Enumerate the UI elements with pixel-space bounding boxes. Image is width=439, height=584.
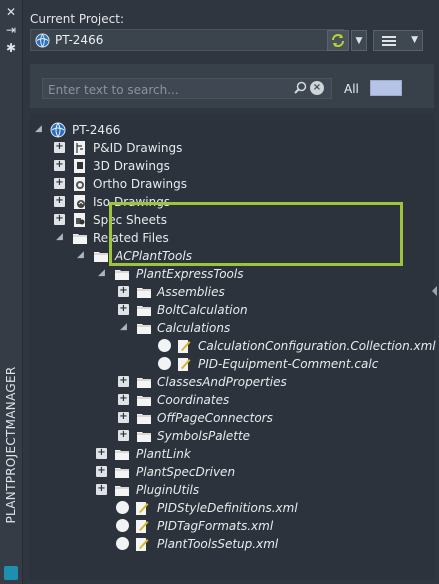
tree-item-label: 3D Drawings — [93, 159, 170, 173]
project-dropdown[interactable]: PT-2466 — [30, 29, 344, 51]
spec-sheet-icon — [74, 213, 85, 227]
folder-icon — [73, 234, 87, 244]
expand-icon[interactable]: + — [54, 214, 65, 225]
globe-icon — [50, 122, 66, 138]
iso-drawing-icon — [74, 195, 85, 209]
refresh-button[interactable] — [327, 30, 349, 51]
folder-icon — [94, 252, 108, 262]
tree-item-label: PlantToolsSetup.xml — [157, 537, 279, 551]
tree-item-label: ClassesAndProperties — [157, 375, 287, 389]
folder-icon — [115, 270, 129, 280]
tree-item-label: PlantLink — [136, 447, 191, 461]
globe-icon — [35, 33, 50, 48]
tree-item-label: PIDStyleDefinitions.xml — [157, 501, 298, 515]
tree-item-label: Assemblies — [157, 285, 225, 299]
expand-icon[interactable]: + — [54, 178, 65, 189]
view-menu-button[interactable]: ▼ — [373, 30, 423, 51]
edit-file-icon — [136, 502, 149, 515]
expanded-icon[interactable]: ◢ — [54, 232, 65, 243]
pin-icon[interactable]: ⇥ — [4, 23, 18, 37]
expand-icon[interactable]: + — [118, 430, 129, 441]
current-project-label: Current Project: — [30, 12, 124, 26]
filter-toggle[interactable] — [370, 80, 402, 96]
3d-drawing-icon — [74, 159, 85, 173]
folder-icon — [137, 288, 151, 298]
tree-item-label: BoltCalculation — [157, 303, 248, 317]
tree-item-label: PlantSpecDriven — [136, 465, 236, 479]
tree-item-label: Coordinates — [157, 393, 230, 407]
refresh-icon — [332, 34, 344, 47]
tree-item-label: PluginUtils — [136, 483, 200, 497]
expand-icon[interactable]: + — [96, 484, 107, 495]
pid-drawing-icon — [74, 141, 85, 155]
settings-icon[interactable]: ✱ — [4, 41, 18, 55]
project-manager-panel: Current Project: PT-2466 ▼ ▼ × All ◢ PT-… — [23, 0, 437, 584]
palette-title[interactable]: PLANTPROJECTMANAGER — [2, 330, 20, 560]
expand-icon[interactable]: + — [118, 394, 129, 405]
expanded-icon[interactable]: ◢ — [96, 268, 107, 279]
tree-item-label: Ortho Drawings — [93, 177, 187, 191]
clear-search-icon[interactable]: × — [310, 81, 324, 95]
expand-icon[interactable]: + — [118, 286, 129, 297]
edit-file-icon — [136, 538, 149, 551]
tree-item-label: PIDTagFormats.xml — [157, 519, 274, 533]
folder-icon — [137, 378, 151, 388]
folder-icon — [137, 414, 151, 424]
tree-item-label: CalculationConfiguration.Collection.xml — [198, 339, 436, 353]
plant-logo-icon[interactable] — [4, 566, 18, 580]
edit-file-icon — [136, 520, 149, 533]
file-status-icon — [116, 501, 129, 514]
file-status-icon — [158, 339, 171, 352]
file-status-icon — [158, 357, 171, 370]
edit-file-icon — [178, 358, 191, 371]
expand-icon[interactable]: + — [96, 448, 107, 459]
chevron-down-icon: ▼ — [411, 35, 418, 45]
search-panel: × All — [30, 64, 434, 108]
project-tree: ◢ PT-2466 + P&ID Drawings + 3D Drawings … — [30, 114, 436, 580]
tree-item-label: SymbolsPalette — [157, 429, 251, 443]
search-input[interactable] — [43, 79, 290, 100]
collapse-handle-icon[interactable] — [432, 286, 437, 296]
folder-icon — [137, 396, 151, 406]
expand-icon[interactable]: + — [54, 160, 65, 171]
expand-icon[interactable]: + — [54, 142, 65, 153]
expand-icon[interactable]: + — [96, 466, 107, 477]
edit-file-icon — [178, 340, 191, 353]
close-icon[interactable]: ✕ — [4, 5, 18, 19]
refresh-dropdown-button[interactable]: ▼ — [351, 30, 367, 51]
expanded-icon[interactable]: ◢ — [118, 322, 129, 333]
folder-icon — [137, 306, 151, 316]
search-icon[interactable] — [294, 81, 307, 94]
ortho-drawing-icon — [74, 177, 85, 191]
menu-icon — [382, 36, 396, 46]
file-status-icon — [116, 537, 129, 550]
expanded-icon[interactable]: ◢ — [75, 250, 86, 261]
expand-icon[interactable]: + — [118, 304, 129, 315]
tree-item-label: P&ID Drawings — [93, 141, 183, 155]
tree-item-label: PT-2466 — [72, 123, 121, 137]
folder-icon — [115, 450, 129, 460]
expanded-icon[interactable]: ◢ — [33, 124, 44, 135]
tree-item-label: OffPageConnectors — [157, 411, 273, 425]
palette-sidebar: ✕ ⇥ ✱ PLANTPROJECTMANAGER — [0, 0, 23, 584]
folder-icon — [115, 468, 129, 478]
folder-icon — [137, 324, 151, 334]
folder-icon — [115, 486, 129, 496]
tree-item-label: PID-Equipment-Comment.calc — [198, 357, 379, 371]
file-status-icon — [116, 519, 129, 532]
chevron-down-icon: ▼ — [355, 36, 363, 46]
project-name: PT-2466 — [55, 33, 104, 47]
search-field[interactable]: × — [42, 78, 332, 100]
folder-icon — [137, 432, 151, 442]
tree-item-label: Calculations — [157, 321, 231, 335]
filter-label: All — [344, 82, 359, 96]
calculations-highlight — [109, 202, 403, 266]
expand-icon[interactable]: + — [118, 412, 129, 423]
expand-icon[interactable]: + — [54, 196, 65, 207]
tree-item-label: PlantExpressTools — [136, 267, 244, 281]
expand-icon[interactable]: + — [118, 376, 129, 387]
